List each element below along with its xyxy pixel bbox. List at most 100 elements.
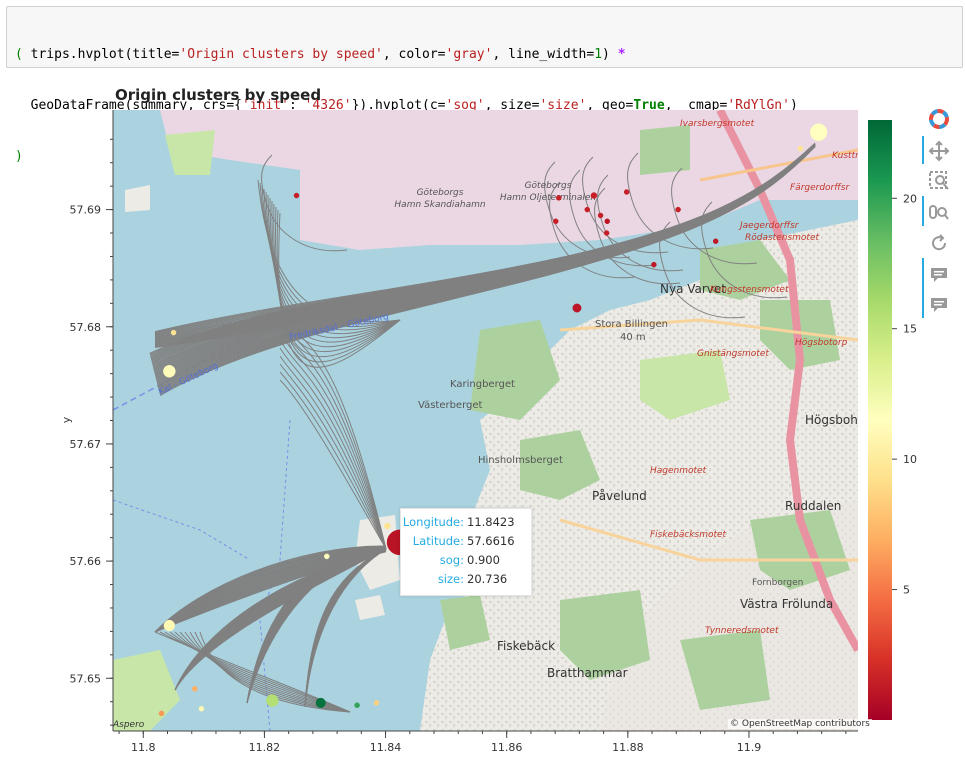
tooltip-key: Latitude: — [412, 534, 464, 548]
map-label: Högsboh — [805, 413, 858, 427]
wheel-zoom-icon[interactable] — [928, 202, 950, 224]
cluster-point[interactable] — [384, 522, 391, 530]
cluster-point[interactable] — [170, 329, 177, 336]
map-label: Ivarsbergsmotet — [680, 119, 755, 129]
cluster-point[interactable] — [373, 700, 380, 706]
cluster-point[interactable] — [651, 261, 657, 268]
map-label: Karingberget — [450, 379, 515, 390]
cluster-point[interactable] — [603, 230, 610, 236]
y-tick-label: 57.68 — [70, 321, 102, 334]
x-tick-label: 11.82 — [249, 741, 281, 754]
colorbar-tick-label: 15 — [903, 323, 917, 336]
map-label-aspero: Aspero — [113, 720, 145, 730]
map-label: Göteborgs — [525, 181, 572, 191]
cluster-point[interactable] — [556, 195, 562, 201]
map-label: Påvelund — [592, 489, 647, 503]
cluster-point[interactable] — [572, 303, 582, 313]
map-label: Ruddalen — [785, 499, 841, 513]
hover-icon[interactable] — [928, 264, 950, 286]
cluster-point[interactable] — [675, 206, 681, 213]
y-tick-label: 57.69 — [70, 204, 102, 217]
y-axis-label: y — [60, 416, 73, 423]
pan-icon[interactable] — [928, 140, 950, 162]
tooltip-row: sog: 0.900 — [401, 553, 531, 571]
x-tick-label: 11.9 — [737, 741, 762, 754]
cluster-point[interactable] — [163, 619, 175, 632]
zoom-active-indicator — [922, 196, 924, 226]
cluster-point[interactable] — [623, 189, 630, 195]
box-zoom-icon[interactable] — [928, 170, 950, 192]
cluster-point[interactable] — [354, 702, 360, 708]
cluster-point[interactable] — [553, 218, 559, 225]
reset-icon[interactable] — [928, 232, 950, 254]
y-tick-label: 57.65 — [70, 672, 102, 685]
cluster-point[interactable] — [266, 694, 279, 707]
x-tick-label: 11.86 — [491, 741, 523, 754]
cluster-point[interactable] — [324, 553, 330, 560]
map-label: Hinsholmsberget — [478, 455, 563, 466]
x-axis: 11.8 11.82 11.84 11.86 11.88 11.9 — [113, 730, 858, 754]
cluster-point[interactable] — [584, 206, 591, 213]
tooltip-value: 20.736 — [467, 572, 508, 586]
tooltip-key: sog: — [439, 553, 464, 567]
cluster-point[interactable] — [192, 686, 198, 692]
map-label: Tynneredsmotet — [705, 626, 779, 636]
map-label: Hagenmotet — [650, 466, 707, 476]
map-label: Hamn Skandiahamn — [394, 200, 485, 210]
cluster-point[interactable] — [198, 705, 205, 712]
bokeh-logo-icon[interactable] — [928, 108, 950, 130]
y-tick-label: 57.67 — [70, 438, 102, 451]
map-label: Högsbotorp — [795, 338, 848, 348]
x-tick-label: 11.8 — [131, 741, 156, 754]
map-label: Jaegerdorffsr — [738, 221, 800, 231]
map-label: Fiskebäcksmotet — [650, 530, 727, 540]
cluster-point[interactable] — [293, 192, 300, 199]
map-label: Göteborgs — [417, 188, 464, 198]
tooltip-row: Latitude: 57.6616 — [401, 534, 531, 552]
map-label: Fiskebäck — [497, 639, 555, 653]
map-attribution[interactable]: © OpenStreetMap contributors — [728, 719, 872, 729]
x-tick-label: 11.84 — [370, 741, 402, 754]
tooltip-row: Longitude: 11.8423 — [401, 515, 531, 533]
map-plot[interactable]: Ivarsbergsmotet Kusttr Färgerdorffsr Jaeger… — [0, 0, 965, 765]
colorbar — [868, 120, 892, 720]
x-tick-label: 11.88 — [612, 741, 644, 754]
map-label: Fornborgen — [752, 578, 803, 588]
hover-active-indicator — [922, 258, 924, 318]
map-label: Gnistängsmotet — [697, 349, 769, 359]
colorbar-tick-label: 20 — [903, 192, 917, 205]
hover-icon-2[interactable] — [928, 294, 950, 316]
map-label: Hamn Oljeterminalen — [500, 193, 597, 203]
cluster-point[interactable] — [809, 123, 828, 141]
colorbar-tick-label: 10 — [903, 453, 917, 466]
map-label: Färgerdorffsr — [790, 183, 850, 193]
tooltip-value: 57.6616 — [467, 534, 515, 548]
cluster-point[interactable] — [590, 192, 598, 199]
map-label: 40 m — [620, 332, 646, 343]
map-label: Kungsstensmotet — [710, 285, 789, 295]
map-label: Stora Billingen — [595, 319, 668, 330]
map-label: Västerberget — [418, 400, 483, 411]
pan-active-indicator — [922, 136, 924, 164]
map-label: Bratthammar — [547, 666, 628, 680]
tooltip-key: Longitude: — [402, 515, 464, 529]
cluster-point[interactable] — [158, 710, 165, 717]
plot-toolbar — [922, 108, 958, 338]
tooltip-row: size: 20.736 — [401, 572, 531, 590]
colorbar-tick-label: 5 — [903, 584, 910, 597]
tooltip-value: 0.900 — [467, 553, 500, 567]
cluster-point[interactable] — [712, 238, 719, 244]
cluster-point[interactable] — [315, 697, 326, 708]
y-axis: 57.65 57.66 57.67 57.68 57.69 — [70, 110, 114, 731]
hover-tooltip: Longitude: 11.8423 Latitude: 57.6616 sog: 0.9… — [400, 508, 532, 596]
colorbar-ticks: 20 15 10 5 — [892, 192, 917, 597]
cluster-point[interactable] — [163, 365, 176, 378]
cluster-point[interactable] — [797, 145, 804, 152]
cluster-point[interactable] — [597, 212, 604, 219]
tooltip-key: size: — [437, 572, 464, 586]
cluster-point[interactable] — [604, 218, 610, 225]
map-label: Rödastensmotet — [745, 233, 819, 243]
map-label: Västra Frölunda — [740, 597, 833, 611]
map-label: Kusttr — [832, 151, 860, 161]
y-tick-label: 57.66 — [70, 555, 102, 568]
